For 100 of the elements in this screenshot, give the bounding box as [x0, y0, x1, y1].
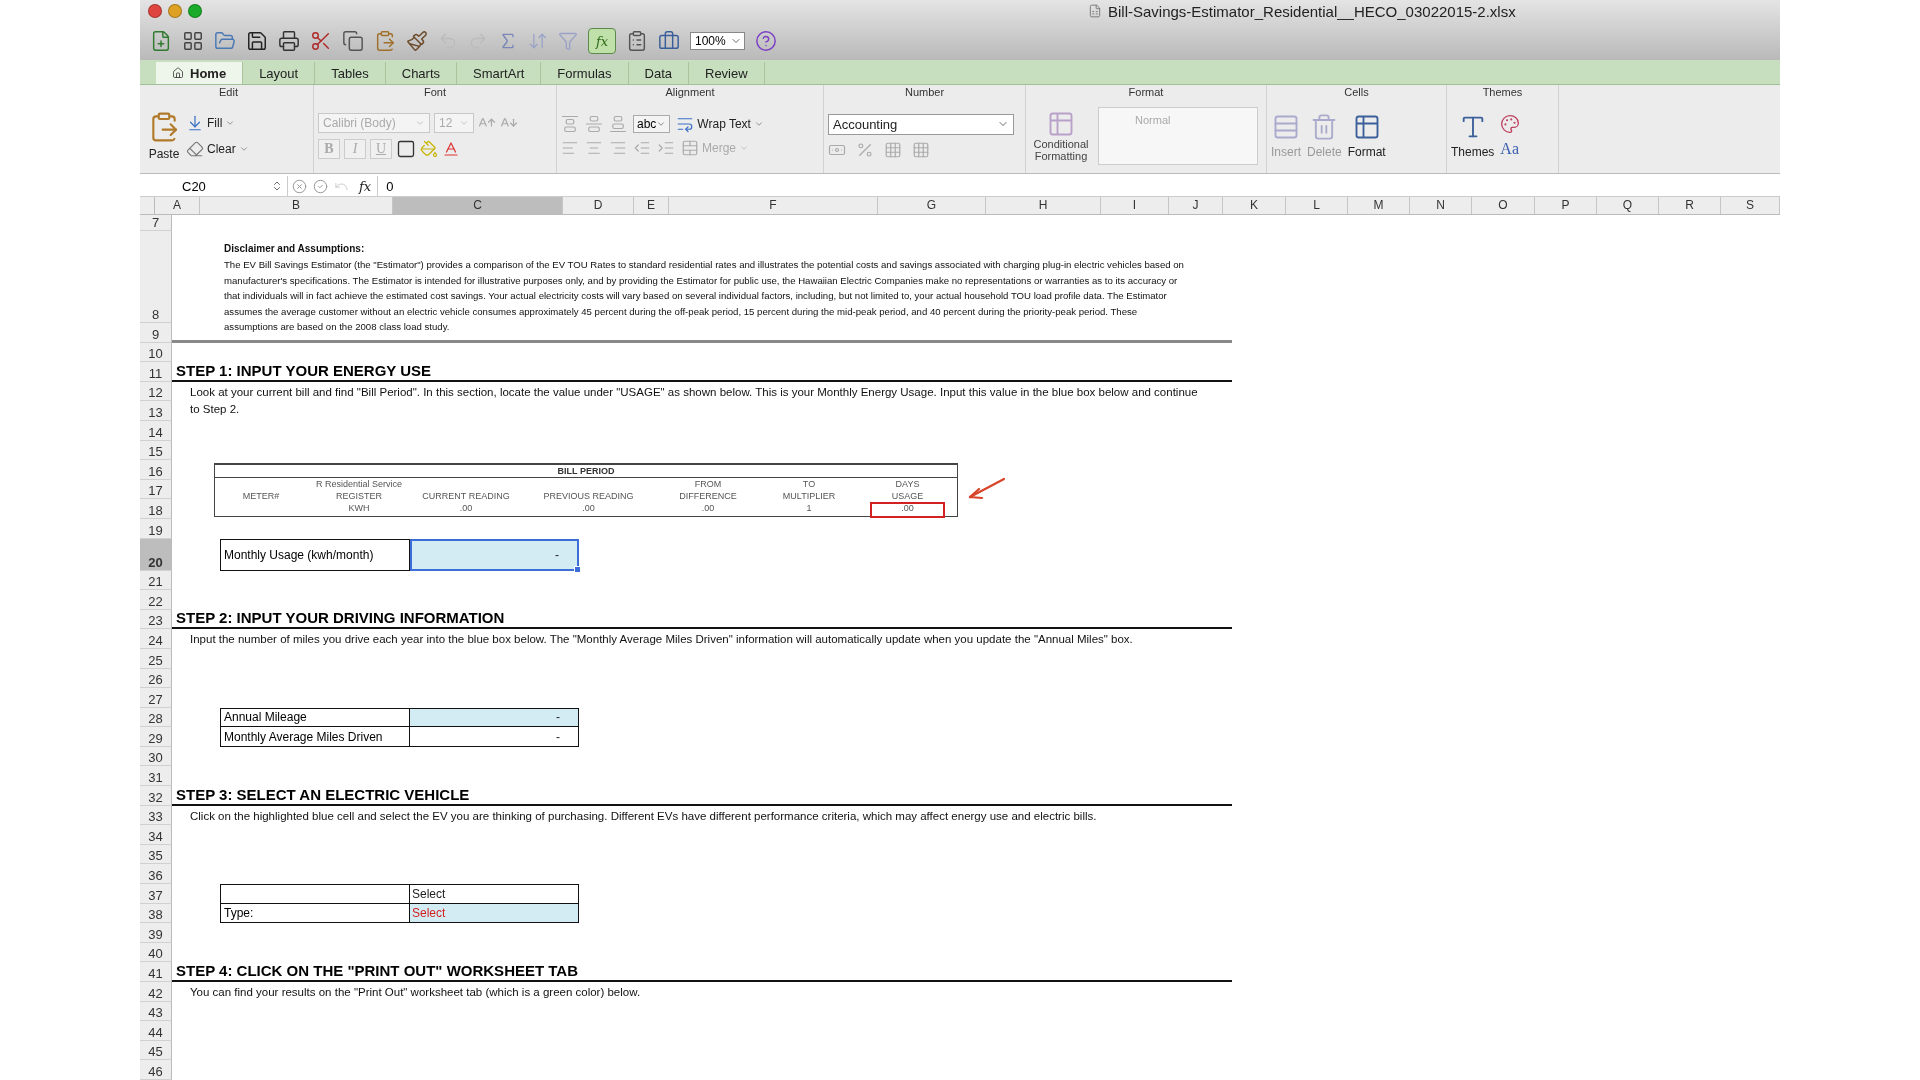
- row-header[interactable]: 40: [140, 942, 172, 963]
- row-header[interactable]: 13: [140, 401, 172, 421]
- row-header[interactable]: 22: [140, 590, 172, 610]
- ribbon-tab[interactable]: Charts: [385, 62, 458, 84]
- printer-icon[interactable]: [278, 30, 300, 52]
- ribbon-tab[interactable]: Review: [689, 62, 765, 84]
- close-button[interactable]: [148, 4, 162, 18]
- column-header[interactable]: F: [669, 197, 878, 214]
- row-header[interactable]: 46: [140, 1060, 172, 1080]
- input-cell[interactable]: -: [410, 727, 579, 747]
- folder-icon[interactable]: [214, 30, 236, 52]
- minimize-button[interactable]: [168, 4, 182, 18]
- column-header[interactable]: M: [1348, 197, 1410, 214]
- column-header[interactable]: A: [155, 197, 200, 214]
- align-center-icon[interactable]: [585, 139, 603, 157]
- row-header[interactable]: 12: [140, 381, 172, 402]
- paintbrush-icon[interactable]: [406, 30, 428, 52]
- input-cell[interactable]: -: [410, 538, 579, 571]
- row-header[interactable]: 45: [140, 1040, 172, 1061]
- zoom-button[interactable]: [188, 4, 202, 18]
- column-header[interactable]: N: [1410, 197, 1472, 214]
- row-header[interactable]: 15: [140, 440, 172, 461]
- row-header[interactable]: 7: [140, 215, 172, 231]
- orientation-button[interactable]: abc: [633, 115, 671, 133]
- formula-field[interactable]: 0: [377, 176, 1780, 196]
- palette-icon[interactable]: [1500, 114, 1521, 134]
- row-header[interactable]: 30: [140, 746, 172, 767]
- formula-builder-button[interactable]: fx: [588, 28, 616, 54]
- wrap-text-button[interactable]: Wrap Text: [676, 115, 764, 133]
- row-header[interactable]: 38: [140, 903, 172, 924]
- number-format-field[interactable]: Accounting: [828, 113, 1014, 135]
- align-left-icon[interactable]: [561, 139, 579, 157]
- row-header[interactable]: 32: [140, 786, 172, 806]
- font-color-icon[interactable]: [442, 140, 460, 158]
- paste-button[interactable]: Paste: [148, 111, 180, 161]
- save-icon[interactable]: [246, 30, 268, 52]
- outdent-icon[interactable]: [633, 139, 651, 157]
- row-header[interactable]: 23: [140, 609, 172, 630]
- column-header[interactable]: O: [1472, 197, 1535, 214]
- border-icon[interactable]: [396, 139, 416, 159]
- row-header[interactable]: 39: [140, 923, 172, 943]
- clipboard-icon[interactable]: [374, 30, 396, 52]
- ribbon-tab[interactable]: Formulas: [541, 62, 629, 84]
- row-header[interactable]: 8: [140, 231, 172, 323]
- align-right-icon[interactable]: [609, 139, 627, 157]
- name-box[interactable]: C20: [140, 176, 288, 196]
- row-header[interactable]: 11: [140, 362, 172, 382]
- ribbon-tab[interactable]: Tables: [315, 62, 386, 84]
- percent-icon[interactable]: [856, 140, 874, 159]
- column-header[interactable]: E: [634, 197, 669, 214]
- column-header[interactable]: C: [393, 197, 563, 214]
- row-header[interactable]: 43: [140, 1001, 172, 1022]
- row-header[interactable]: 25: [140, 648, 172, 669]
- input-cell[interactable]: -: [410, 707, 579, 728]
- conditional-formatting-button[interactable]: Conditional Formatting: [1030, 110, 1092, 162]
- grid-icon[interactable]: [182, 30, 204, 52]
- filter-icon[interactable]: [558, 31, 578, 51]
- column-header[interactable]: D: [563, 197, 634, 214]
- input-cell[interactable]: Select: [410, 884, 579, 904]
- align-middle-icon[interactable]: [585, 115, 603, 133]
- row-header[interactable]: 35: [140, 844, 172, 865]
- row-header[interactable]: 26: [140, 668, 172, 689]
- ribbon-tab[interactable]: Layout: [243, 62, 316, 84]
- theme-fonts-button[interactable]: Aa: [1500, 140, 1521, 158]
- row-header[interactable]: 14: [140, 420, 172, 441]
- column-header[interactable]: G: [878, 197, 986, 214]
- ribbon-tab[interactable]: SmartArt: [457, 62, 542, 84]
- align-top-icon[interactable]: [561, 115, 579, 133]
- confirm-icon[interactable]: [313, 178, 328, 194]
- column-header[interactable]: H: [986, 197, 1101, 214]
- column-header[interactable]: K: [1223, 197, 1286, 214]
- column-header[interactable]: L: [1286, 197, 1348, 214]
- row-header[interactable]: 34: [140, 825, 172, 845]
- row-header[interactable]: 19: [140, 518, 172, 539]
- row-header[interactable]: 42: [140, 982, 172, 1002]
- indent-icon[interactable]: [657, 139, 675, 157]
- paint-bucket-icon[interactable]: [420, 140, 438, 158]
- copy-icon[interactable]: [342, 30, 364, 52]
- cells-button[interactable]: Format: [1347, 113, 1386, 159]
- cancel-icon[interactable]: [292, 178, 307, 194]
- column-header[interactable]: S: [1721, 197, 1780, 214]
- row-header[interactable]: 21: [140, 570, 172, 591]
- ribbon-tab[interactable]: Home: [156, 62, 244, 84]
- column-header[interactable]: I: [1101, 197, 1169, 214]
- clear-button[interactable]: Clear: [186, 140, 249, 158]
- input-cell[interactable]: Select: [410, 903, 579, 924]
- zoom-field[interactable]: 100%: [690, 32, 745, 50]
- column-header[interactable]: P: [1535, 197, 1597, 214]
- ribbon-tab[interactable]: Data: [628, 62, 689, 84]
- toolbox-icon[interactable]: [658, 30, 680, 52]
- row-header[interactable]: 18: [140, 499, 172, 519]
- row-header[interactable]: 28: [140, 707, 172, 728]
- column-header[interactable]: Q: [1597, 197, 1659, 214]
- align-bottom-icon[interactable]: [609, 115, 627, 133]
- scissors-icon[interactable]: [310, 30, 332, 52]
- sort-icon[interactable]: [528, 31, 548, 51]
- row-header[interactable]: 44: [140, 1021, 172, 1041]
- themes-button[interactable]: Themes: [1451, 113, 1495, 159]
- row-header[interactable]: 16: [140, 460, 172, 480]
- row-header[interactable]: 37: [140, 884, 172, 904]
